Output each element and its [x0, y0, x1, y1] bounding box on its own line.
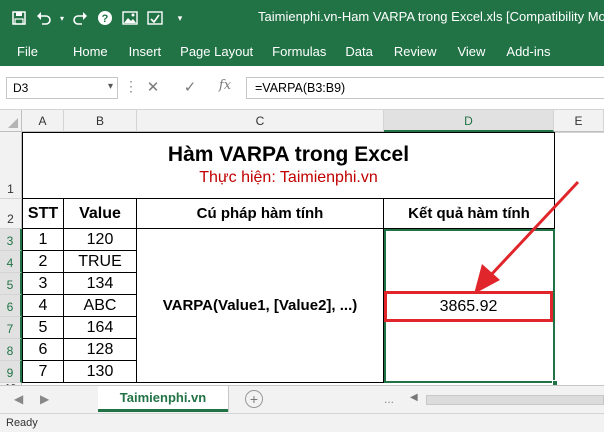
ribbon-tabs: File Home Insert Page Layout Formulas Da…	[0, 36, 604, 66]
formula-bar-grip-icon[interactable]: ⋮	[124, 78, 138, 95]
tab-file[interactable]: File	[0, 44, 64, 59]
row-header-1[interactable]: 1	[0, 132, 22, 199]
annotation-arrow-icon	[474, 180, 580, 294]
value-cell[interactable]: 120	[64, 229, 137, 251]
insert-function-icon[interactable]: fx	[215, 78, 235, 98]
row-header-9[interactable]: 9	[0, 361, 22, 383]
value-cell[interactable]: TRUE	[64, 251, 137, 273]
tab-review[interactable]: Review	[385, 44, 449, 59]
customize-toolbar-icon[interactable]: ▾	[169, 7, 191, 29]
scroll-left-icon[interactable]: ◀	[14, 392, 23, 406]
stt-cell[interactable]: 3	[22, 273, 64, 295]
value-cell[interactable]: ABC	[64, 295, 137, 317]
tab-add-ins[interactable]: Add-ins	[497, 44, 559, 59]
header-stt[interactable]: STT	[22, 199, 64, 229]
tab-home[interactable]: Home	[64, 44, 120, 59]
enter-icon[interactable]: ✓	[180, 78, 200, 98]
column-header-a[interactable]: A	[22, 110, 64, 132]
redo-icon[interactable]	[69, 7, 91, 29]
name-box[interactable]: D3 ▾	[6, 77, 118, 99]
picture-icon[interactable]	[119, 7, 141, 29]
stt-cell[interactable]: 1	[22, 229, 64, 251]
formula-input[interactable]: =VARPA(B3:B9)	[246, 77, 604, 99]
window-title: Taimienphi.vn-Ham VARPA trong Excel.xls …	[258, 9, 604, 24]
tab-data[interactable]: Data	[336, 44, 384, 59]
status-bar: Ready	[0, 413, 604, 432]
save-icon[interactable]	[8, 7, 30, 29]
row-header-8[interactable]: 8	[0, 339, 22, 361]
header-syntax[interactable]: Cú pháp hàm tính	[137, 199, 384, 229]
tab-page-layout[interactable]: Page Layout	[171, 44, 263, 59]
add-sheet-icon[interactable]: +	[245, 390, 263, 408]
value-cell[interactable]: 134	[64, 273, 137, 295]
name-box-value: D3	[13, 81, 29, 95]
horizontal-scrollbar[interactable]: ◀	[410, 392, 604, 408]
stt-cell[interactable]: 5	[22, 317, 64, 339]
scrollbar-thumb[interactable]	[426, 395, 604, 405]
stt-cell[interactable]: 4	[22, 295, 64, 317]
tab-view[interactable]: View	[448, 44, 497, 59]
value-cell[interactable]: 130	[64, 361, 137, 383]
syntax-cell[interactable]: VARPA(Value1, [Value2], ...)	[137, 229, 384, 383]
header-value[interactable]: Value	[64, 199, 137, 229]
row-header-2[interactable]: 2	[0, 199, 22, 229]
quick-access-toolbar: ▾ ? ▾	[0, 0, 194, 36]
column-header-b[interactable]: B	[64, 110, 137, 132]
sheet-tab-bar: ◀ ▶ Taimienphi.vn + ... ◀	[0, 385, 604, 413]
scroll-right-icon[interactable]: ▶	[40, 392, 49, 406]
column-header-e[interactable]: E	[554, 110, 604, 132]
row-header-7[interactable]: 7	[0, 317, 22, 339]
undo-icon[interactable]	[33, 7, 55, 29]
row-header-5[interactable]: 5	[0, 273, 22, 295]
row-header-4[interactable]: 4	[0, 251, 22, 273]
row-header-3[interactable]: 3	[0, 229, 22, 251]
sheet-subtitle: Thực hiện: Taimienphi.vn	[199, 168, 378, 186]
spell-check-icon[interactable]	[144, 7, 166, 29]
svg-text:?: ?	[102, 13, 109, 25]
help-icon[interactable]: ?	[94, 7, 116, 29]
stt-cell[interactable]: 2	[22, 251, 64, 273]
row-header-6[interactable]: 6	[0, 295, 22, 317]
stt-cell[interactable]: 6	[22, 339, 64, 361]
tab-formulas[interactable]: Formulas	[263, 44, 336, 59]
stt-cell[interactable]: 7	[22, 361, 64, 383]
value-cell[interactable]: 164	[64, 317, 137, 339]
status-text: Ready	[6, 417, 38, 429]
gridline	[554, 132, 604, 133]
tab-insert[interactable]: Insert	[120, 44, 172, 59]
chevron-down-icon[interactable]: ▾	[108, 81, 113, 92]
select-all-corner[interactable]	[0, 110, 22, 132]
sheet-tab-active[interactable]: Taimienphi.vn	[98, 386, 228, 412]
scroll-left-arrow-icon[interactable]: ◀	[410, 392, 418, 403]
title-bar: ▾ ? ▾ Taimienphi.vn-Ham VARPA trong Exce…	[0, 0, 604, 36]
column-header-d[interactable]: D	[384, 110, 554, 132]
column-header-c[interactable]: C	[137, 110, 384, 132]
sheet-more-dots[interactable]: ...	[384, 392, 394, 406]
cancel-icon[interactable]: ✕	[143, 78, 163, 98]
value-cell[interactable]: 128	[64, 339, 137, 361]
undo-dropdown-icon[interactable]: ▾	[58, 7, 66, 29]
formula-bar: D3 ▾ ⋮ ✕ ✓ fx =VARPA(B3:B9)	[0, 66, 604, 110]
sheet-title: Hàm VARPA trong Excel	[167, 142, 410, 166]
